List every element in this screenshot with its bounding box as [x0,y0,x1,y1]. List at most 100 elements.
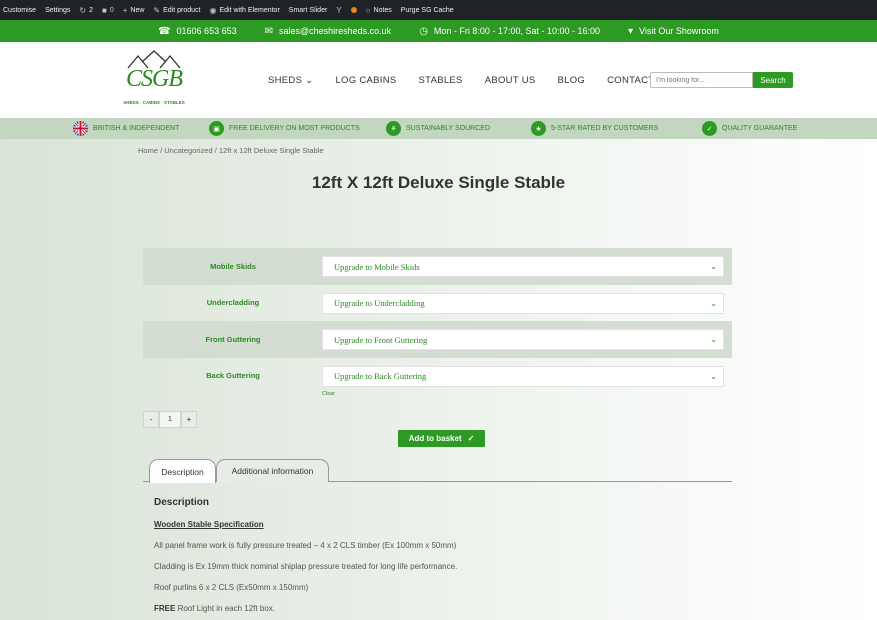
select-value: Upgrade to Undercladding [334,298,425,308]
phone-link[interactable]: ☎ 01606 653 653 [158,26,237,37]
feature-british: BRITISH & INDEPENDENT [73,121,179,136]
checkmark-icon: ✓ [467,434,475,443]
variations-table: Mobile Skids Upgrade to Mobile Skids ⌄ Un… [143,248,732,394]
spec-line: All panel frame work is fully pressure t… [154,541,457,550]
opening-hours: ◷ Mon - Fri 8:00 - 17:00, Sat - 10:00 - … [419,26,600,37]
updates-count: 2 [89,6,93,14]
mobile-skids-select[interactable]: Upgrade to Mobile Skids ⌄ [322,256,724,277]
nav-label: SHEDS [268,75,303,86]
email-text: sales@cheshiresheds.co.uk [278,26,392,36]
undercladding-select[interactable]: Upgrade to Undercladding ⌄ [322,292,724,314]
showroom-text: Visit Our Showroom [639,26,719,36]
nav-item-stables[interactable]: STABLES [419,75,463,86]
admin-customise[interactable]: Customise [3,7,36,14]
star-icon: ★ [531,121,546,136]
nav-item-log-cabins[interactable]: LOG CABINS [335,75,396,86]
feature-label: 5-STAR RATED BY CUSTOMERS [551,125,659,132]
variation-row: Back Guttering Upgrade to Back Guttering… [143,358,732,395]
search-form: Search [650,72,793,88]
uk-flag-icon [73,121,88,136]
select-value: Upgrade to Front Guttering [334,334,428,345]
admin-smart-slider[interactable]: Smart Slider [289,7,328,14]
phone-text: 01606 653 653 [176,26,237,36]
tab-additional-information[interactable]: Additional information [216,459,329,482]
specification-heading: Wooden Stable Specification [154,520,264,529]
admin-edit-elementor[interactable]: ◉ Edit with Elementor [209,6,279,15]
chevron-down-icon: ⌄ [710,262,717,271]
comment-icon: ■ [101,5,107,15]
breadcrumb[interactable]: Home / Uncategorized / 12ft x 12ft Delux… [138,146,324,155]
edit-product-label: Edit product [163,6,201,14]
search-button[interactable]: Search [753,72,793,88]
feature-rated: ★ 5-STAR RATED BY CUSTOMERS [531,121,658,136]
description-heading: Description [154,497,210,508]
qty-plus-button[interactable]: + [181,411,197,428]
refresh-icon: ↻ [79,5,87,15]
front-guttering-select[interactable]: Upgrade to Front Guttering ⌄ [322,329,724,350]
logo-text: CSGB [126,66,183,92]
select-value: Upgrade to Mobile Skids [334,261,420,272]
site-logo[interactable]: CSGB SHEDS · CABINS · STABLES [120,50,188,110]
feature-delivery: ▣ FREE DELIVERY ON MOST PRODUCTS [209,121,360,136]
site-header: CSGB SHEDS · CABINS · STABLES SHEDS ⌄ LO… [0,42,877,118]
free-label: FREE [154,604,176,613]
spec-line: Cladding is Ex 19mm thick nominal shipla… [154,562,458,571]
admin-new-label: New [130,6,145,14]
admin-settings-label: Settings [45,6,71,14]
tab-description[interactable]: Description [149,459,216,483]
nav-item-contact[interactable]: CONTACT [607,75,654,86]
truck-icon: ▣ [209,121,224,136]
phone-icon: ☎ [158,25,171,37]
clock-icon: ◷ [419,25,428,37]
admin-purge-cache[interactable]: Purge SG Cache [401,7,454,14]
variation-label: Back Guttering [206,371,260,381]
admin-seo-status[interactable] [350,7,357,13]
variation-label: Front Guttering [205,334,261,344]
main-nav: SHEDS ⌄ LOG CABINS STABLES ABOUT US BLOG… [268,75,654,86]
admin-yoast[interactable]: Y [336,6,341,15]
chevron-down-icon: ⌄ [305,75,314,86]
qty-minus-button[interactable]: - [143,411,159,428]
purge-label: Purge SG Cache [400,6,454,14]
admin-edit-product[interactable]: ✎ Edit product [153,6,200,15]
nav-item-sheds[interactable]: SHEDS ⌄ [268,75,313,86]
map-pin-icon: ▾ [628,25,634,37]
plus-icon: + [122,5,128,15]
spec-line-rest: Roof Light in each 12ft box. [175,604,275,613]
feature-guarantee: ✓ QUALITY GUARANTEE [702,121,797,136]
nav-item-blog[interactable]: BLOG [558,75,586,86]
email-link[interactable]: ✉ sales@cheshiresheds.co.uk [265,26,392,37]
clear-link[interactable]: Clear [322,391,335,397]
pencil-icon: ✎ [153,5,161,15]
logo-tagline: SHEDS · CABINS · STABLES [123,100,185,105]
contact-bar: ☎ 01606 653 653 ✉ sales@cheshiresheds.co… [0,20,877,42]
comments-count: 0 [109,6,114,14]
admin-comments[interactable]: ■ 0 [102,6,114,15]
chevron-down-icon: ⌄ [710,335,717,344]
qty-input[interactable]: 1 [159,411,181,428]
nav-item-about-us[interactable]: ABOUT US [485,75,536,86]
variation-label: Undercladding [206,298,260,308]
admin-new[interactable]: + New [123,6,145,15]
admin-notes[interactable]: ○ Notes [366,6,392,15]
envelope-icon: ✉ [264,25,273,37]
spec-line: Roof purlins 6 x 2 CLS (Ex50mm x 150mm) [154,583,309,592]
product-title: 12ft X 12ft Deluxe Single Stable [311,173,566,192]
quantity-stepper: - 1 + [143,411,197,428]
spec-line: FREE Roof Light in each 12ft box. [154,604,714,613]
admin-settings[interactable]: Settings [45,7,70,14]
chevron-down-icon: ⌄ [710,298,717,308]
add-to-basket-button[interactable]: Add to basket ✓ [398,430,485,447]
variation-row: Mobile Skids Upgrade to Mobile Skids ⌄ [143,248,732,285]
feature-label: BRITISH & INDEPENDENT [93,125,180,132]
admin-updates[interactable]: ↻ 2 [79,6,93,15]
description-panel: Description Wooden Stable Specification … [154,497,714,620]
showroom-link[interactable]: ▾ Visit Our Showroom [628,26,719,37]
variation-row: Front Guttering Upgrade to Front Gutteri… [143,321,732,358]
status-dot-icon [350,7,357,13]
search-input[interactable] [650,72,753,88]
yoast-icon: Y [336,5,342,15]
hours-text: Mon - Fri 8:00 - 17:00, Sat - 10:00 - 16… [433,26,601,36]
back-guttering-select[interactable]: Upgrade to Back Guttering ⌄ [322,365,724,387]
variation-label: Mobile Skids [210,261,256,271]
